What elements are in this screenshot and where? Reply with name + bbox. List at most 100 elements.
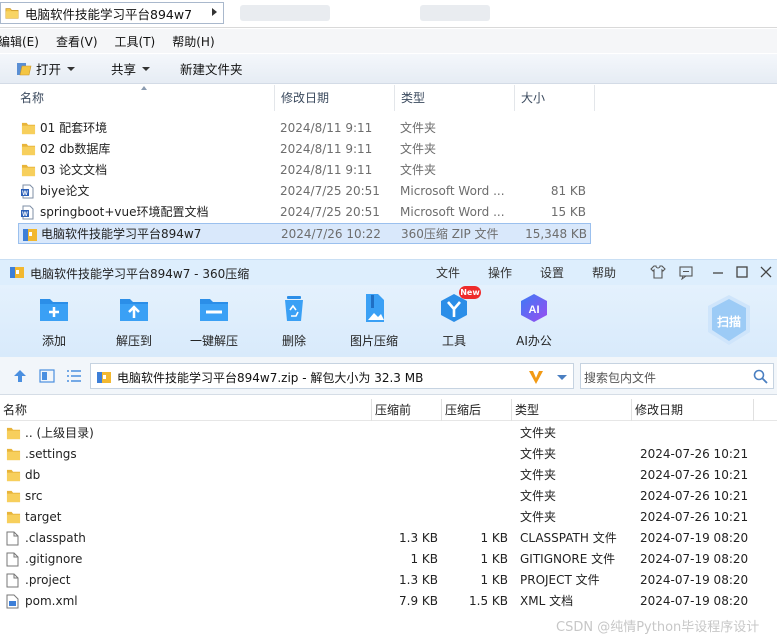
entry-type: XML 文档: [520, 594, 574, 608]
tools-button[interactable]: 工具: [424, 293, 484, 349]
open-button[interactable]: 打开: [16, 59, 76, 78]
ai-office-button[interactable]: AI AI办公: [504, 293, 564, 349]
explorer-file-row[interactable]: 03 论文文档 2024/8/11 9:11 文件夹: [18, 160, 591, 181]
view-list-icon[interactable]: [66, 369, 82, 383]
zip-entry-row[interactable]: .gitignore 1 KB 1 KB GITIGNORE 文件 2024-07-19…: [0, 549, 777, 570]
new-folder-button[interactable]: 新建文件夹: [180, 59, 243, 78]
vip-v-icon[interactable]: [527, 368, 545, 386]
zip-column-after[interactable]: 压缩后: [442, 399, 512, 421]
zip-entry-row[interactable]: target 文件夹 2024-07-26 10:21: [0, 507, 777, 528]
file-size: 15,348 KB: [525, 227, 587, 241]
breadcrumb-chevron-icon[interactable]: [212, 8, 217, 16]
entry-size-after: [442, 465, 508, 486]
folder-icon: [6, 426, 21, 443]
explorer-file-row[interactable]: 电脑软件技能学习平台894w7 2024/7/26 10:22 360压缩 ZIP …: [18, 223, 591, 244]
entry-modified: 2024-07-26 10:21: [640, 468, 749, 482]
close-icon[interactable]: [758, 264, 774, 280]
minimize-icon[interactable]: [710, 264, 726, 280]
skin-shirt-icon[interactable]: [650, 264, 666, 280]
file-name: springboot+vue环境配置文档: [40, 205, 209, 219]
scan-label: 扫描: [717, 314, 741, 329]
entry-type: GITIGNORE 文件: [520, 552, 616, 566]
maximize-icon[interactable]: [734, 264, 750, 280]
column-size[interactable]: 大小: [515, 85, 595, 111]
entry-size-before: [372, 507, 438, 528]
add-button[interactable]: 添加: [24, 293, 84, 349]
image-compress-button[interactable]: 图片压缩: [344, 293, 404, 349]
xml-file-icon: [6, 594, 19, 612]
explorer-menu-bar: 编辑(E) 查看(V) 工具(T) 帮助(H): [0, 29, 777, 53]
explorer-file-row[interactable]: Wbiye论文 2024/7/25 20:51 Microsoft Word ...…: [18, 181, 591, 202]
entry-modified: 2024-07-19 08:20: [640, 552, 749, 566]
zip-menu-help[interactable]: 帮助: [592, 264, 616, 281]
entry-name: .gitignore: [25, 552, 83, 566]
scan-button[interactable]: 扫描: [704, 293, 754, 347]
zip-entry-row[interactable]: db 文件夹 2024-07-26 10:21: [0, 465, 777, 486]
address-breadcrumb[interactable]: 电脑软件技能学习平台894w7: [0, 2, 224, 24]
file-type: Microsoft Word ...: [400, 205, 505, 219]
delete-button[interactable]: 删除: [264, 293, 324, 349]
zip-column-name[interactable]: 名称: [0, 399, 372, 421]
folder-icon: [21, 142, 36, 159]
zip-menu-file[interactable]: 文件: [436, 264, 460, 281]
file-modified: 2024/7/25 20:51: [280, 184, 380, 198]
open-icon: [17, 62, 32, 75]
column-name[interactable]: 名称: [14, 85, 275, 111]
menu-edit[interactable]: 编辑(E): [0, 33, 39, 50]
zip-entry-row[interactable]: pom.xml 7.9 KB 1.5 KB XML 文档 2024-07-19 08:2…: [0, 591, 777, 612]
menu-help[interactable]: 帮助(H): [172, 33, 214, 50]
scan-shield-icon: 扫描: [708, 295, 750, 345]
column-type[interactable]: 类型: [395, 85, 515, 111]
view-detail-icon[interactable]: [39, 369, 55, 383]
search-icon[interactable]: [753, 369, 768, 384]
entry-modified: 2024-07-26 10:21: [640, 489, 749, 503]
entry-type: 文件夹: [520, 447, 557, 461]
entry-name: .. (上级目录): [25, 426, 94, 440]
zip-entry-row[interactable]: .classpath 1.3 KB 1 KB CLASSPATH 文件 2024-07-…: [0, 528, 777, 549]
entry-type: 文件夹: [520, 426, 557, 440]
svg-text:W: W: [22, 212, 28, 218]
new-folder-label: 新建文件夹: [180, 62, 243, 77]
zip-column-header: 名称 压缩前 压缩后 类型 修改日期: [0, 399, 777, 421]
extract-to-button[interactable]: 解压到: [104, 293, 164, 349]
entry-size-before: [372, 486, 438, 507]
menu-tools[interactable]: 工具(T): [115, 33, 156, 50]
explorer-file-row[interactable]: Wspringboot+vue环境配置文档 2024/7/25 20:51 Micr…: [18, 202, 591, 223]
explorer-file-row[interactable]: 01 配套环境 2024/8/11 9:11 文件夹: [18, 118, 591, 139]
file-name: biye论文: [40, 184, 90, 198]
one-click-extract-button[interactable]: 一键解压: [184, 293, 244, 349]
column-modified[interactable]: 修改日期: [275, 85, 395, 111]
image-compress-icon: [366, 294, 384, 322]
blurred-region: [240, 5, 330, 21]
zip-menu-operate[interactable]: 操作: [488, 264, 512, 281]
zip-column-before[interactable]: 压缩前: [372, 399, 442, 421]
share-button[interactable]: 共享: [111, 59, 151, 78]
file-icon: [6, 573, 19, 591]
zip-path-field[interactable]: 电脑软件技能学习平台894w7.zip - 解包大小为 32.3 MB: [90, 363, 574, 389]
feedback-icon[interactable]: [678, 264, 694, 280]
zip-entry-row[interactable]: src 文件夹 2024-07-26 10:21: [0, 486, 777, 507]
zip-entry-row[interactable]: .project 1.3 KB 1 KB PROJECT 文件 2024-07-19 0…: [0, 570, 777, 591]
search-input[interactable]: 搜索包内文件: [584, 369, 656, 386]
file-modified: 2024/7/26 10:22: [281, 227, 381, 241]
add-label: 添加: [41, 334, 66, 348]
path-dropdown-icon[interactable]: [557, 375, 567, 380]
ai-glyph: AI: [529, 304, 540, 316]
file-modified: 2024/8/11 9:11: [280, 142, 373, 156]
entry-name: target: [25, 510, 62, 524]
explorer-file-row[interactable]: 02 db数据库 2024/8/11 9:11 文件夹: [18, 139, 591, 160]
zip-column-modified[interactable]: 修改日期: [632, 399, 754, 421]
entry-modified: 2024-07-26 10:21: [640, 447, 749, 461]
word-icon: W: [21, 184, 35, 202]
zip-entry-row[interactable]: .. (上级目录) 文件夹: [0, 423, 777, 444]
menu-view[interactable]: 查看(V): [56, 33, 98, 50]
zip-menu-settings[interactable]: 设置: [540, 264, 564, 281]
zip-entry-row[interactable]: .settings 文件夹 2024-07-26 10:21: [0, 444, 777, 465]
file-type: Microsoft Word ...: [400, 184, 505, 198]
up-level-icon[interactable]: [13, 369, 27, 383]
explorer-toolbar: 打开 共享 新建文件夹: [0, 54, 777, 84]
folder-icon: [21, 163, 36, 180]
zip-column-type[interactable]: 类型: [512, 399, 632, 421]
image-compress-label: 图片压缩: [349, 334, 398, 348]
search-field[interactable]: 搜索包内文件: [580, 363, 774, 389]
